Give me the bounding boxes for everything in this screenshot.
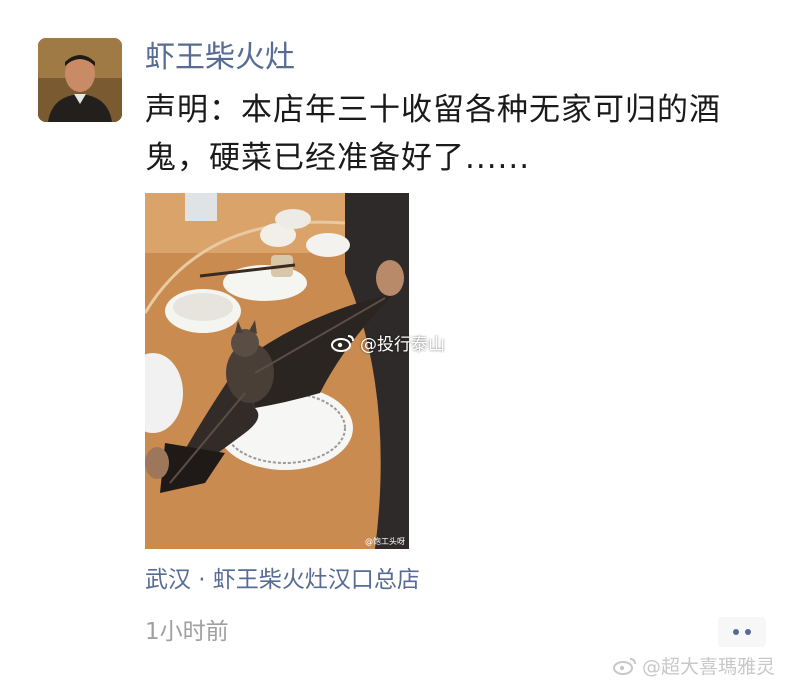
image-watermark-text: @投行泰山	[360, 335, 445, 355]
more-button[interactable]	[718, 617, 766, 647]
ellipsis-icon	[733, 629, 739, 635]
ellipsis-icon	[745, 629, 751, 635]
post-image[interactable]	[145, 193, 409, 549]
bat-photo	[145, 193, 409, 549]
weibo-icon	[331, 334, 354, 352]
weibo-icon	[613, 657, 636, 675]
post-time: 1小时前	[145, 619, 229, 645]
image-watermark: @投行泰山	[330, 330, 445, 355]
avatar[interactable]	[38, 38, 122, 122]
bottom-watermark: @超大喜瑪雅灵	[612, 652, 775, 679]
post-location[interactable]: 武汉 · 虾王柴火灶汉口总店	[145, 565, 420, 595]
post-text: 声明：本店年三十收留各种无家可归的酒鬼，硬菜已经准备好了......	[145, 92, 721, 176]
image-watermark-small: @饱工头呀	[365, 537, 405, 546]
avatar-icon	[38, 38, 122, 122]
bottom-watermark-text: @超大喜瑪雅灵	[642, 656, 776, 678]
username[interactable]: 虾王柴火灶	[145, 40, 295, 76]
